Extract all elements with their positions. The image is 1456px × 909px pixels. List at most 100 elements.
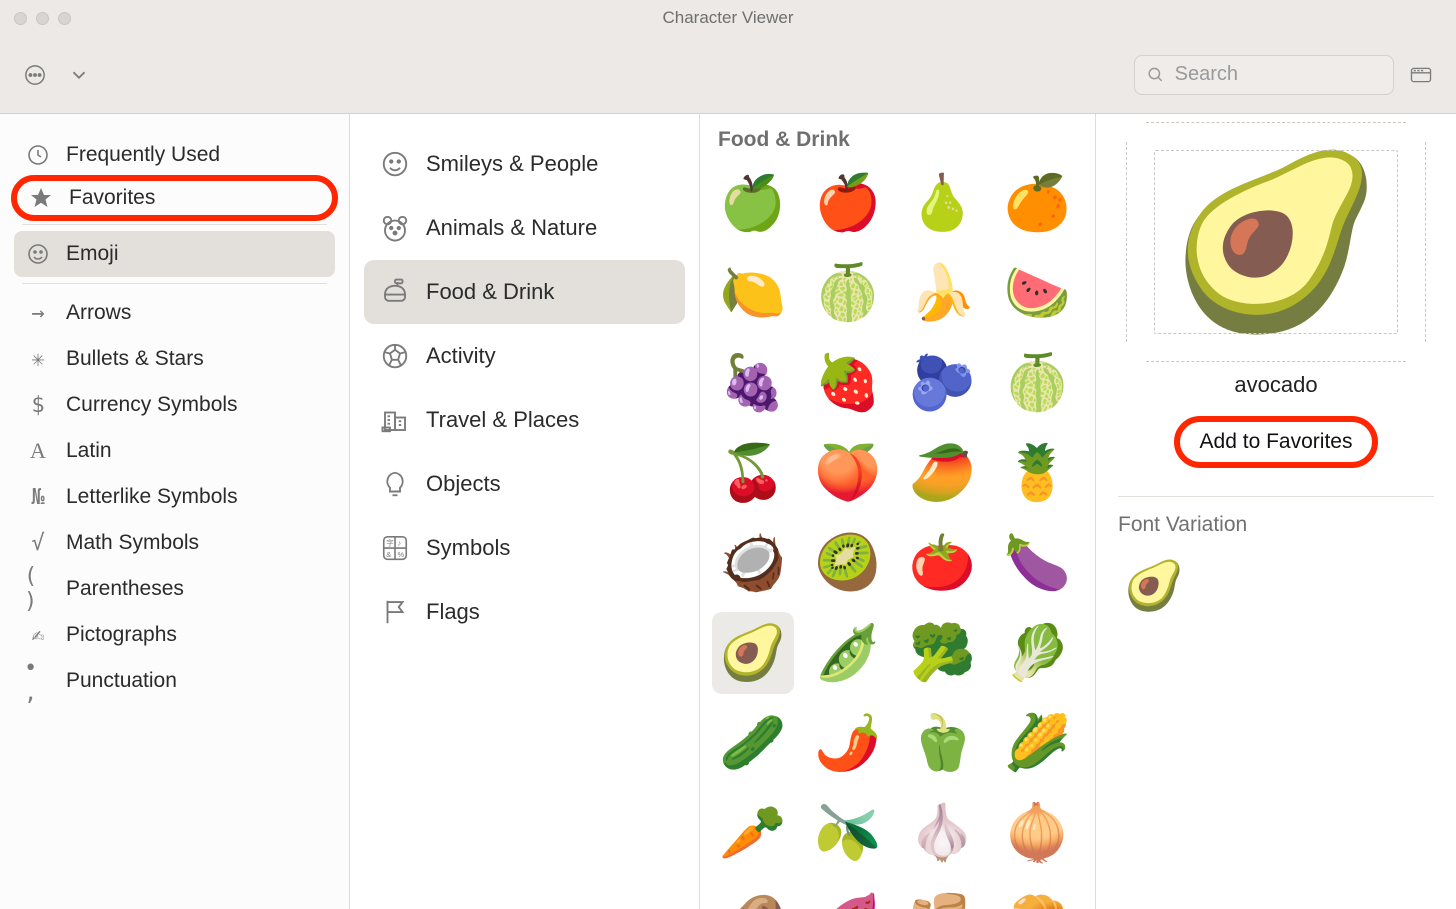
- subcategory-flags[interactable]: Flags: [364, 580, 685, 644]
- emoji-cell[interactable]: 🍏: [712, 162, 794, 244]
- emoji-cell[interactable]: 🍆: [996, 522, 1078, 604]
- emoji-cell[interactable]: 🍋: [712, 252, 794, 334]
- emoji-cell[interactable]: 🫑: [902, 702, 984, 784]
- emoji-cell[interactable]: 🥒: [712, 702, 794, 784]
- emoji-cell[interactable]: 🍉: [996, 252, 1078, 334]
- sidebar-item-latin[interactable]: A Latin: [14, 428, 335, 474]
- emoji-cell[interactable]: 🫒: [807, 792, 889, 874]
- emoji-cell[interactable]: 🍊: [996, 162, 1078, 244]
- sidebar-item-favorites[interactable]: Favorites: [11, 175, 338, 221]
- ellipsis-circle-icon: [24, 64, 46, 86]
- sidebar-item-math[interactable]: √ Math Symbols: [14, 520, 335, 566]
- emoji-cell[interactable]: 🍍: [996, 432, 1078, 514]
- subcategory-activity[interactable]: Activity: [364, 324, 685, 388]
- arrow-icon: →: [24, 301, 52, 326]
- subcategory-food-drink[interactable]: Food & Drink: [364, 260, 685, 324]
- symbols-grid-icon: 字♪&%: [378, 531, 412, 565]
- emoji-cell[interactable]: 🥑: [712, 612, 794, 694]
- subcategory-travel-places[interactable]: Travel & Places: [364, 388, 685, 452]
- emoji-cell[interactable]: 🫐: [902, 342, 984, 424]
- parens-icon: ( ): [24, 564, 52, 614]
- sidebar-item-parentheses[interactable]: ( ) Parentheses: [14, 566, 335, 612]
- customize-list-button[interactable]: [18, 58, 52, 92]
- sidebar-item-label: Pictographs: [66, 623, 177, 647]
- search-input[interactable]: [1175, 63, 1381, 86]
- emoji-cell[interactable]: 🍒: [712, 432, 794, 514]
- emoji-cell[interactable]: 🍅: [902, 522, 984, 604]
- sidebar-item-label: Letterlike Symbols: [66, 485, 238, 509]
- detail-panel: 🥑 avocado Add to Favorites Font Variatio…: [1096, 114, 1456, 909]
- subcategory-label: Food & Drink: [426, 279, 554, 305]
- emoji-cell[interactable]: 🍈: [807, 252, 889, 334]
- emoji-grid: 🍏🍎🍐🍊🍋🍈🍌🍉🍇🍓🫐🍈🍒🍑🥭🍍🥥🥝🍅🍆🥑🫛🥦🥬🥒🌶️🫑🌽🥕🫒🧄🧅🥔🍠🫚🥐: [700, 162, 1095, 909]
- sidebar-item-label: Parentheses: [66, 577, 184, 601]
- subcategory-label: Animals & Nature: [426, 215, 597, 241]
- grid-header: Food & Drink: [700, 114, 1095, 162]
- emoji-cell[interactable]: 🍌: [902, 252, 984, 334]
- clock-icon: [24, 143, 52, 167]
- emoji-cell[interactable]: 🍠: [807, 882, 889, 909]
- subcategory-animals-nature[interactable]: Animals & Nature: [364, 196, 685, 260]
- emoji-cell[interactable]: 🥥: [712, 522, 794, 604]
- emoji-cell[interactable]: 🥦: [902, 612, 984, 694]
- buildings-icon: [378, 403, 412, 437]
- sidebar-item-label: Currency Symbols: [66, 393, 238, 417]
- close-window-button[interactable]: [14, 12, 27, 25]
- numero-icon: №: [24, 485, 52, 510]
- add-to-favorites-button[interactable]: Add to Favorites: [1186, 424, 1367, 460]
- toolbar: [0, 36, 1456, 114]
- subcategory-label: Smileys & People: [426, 151, 598, 177]
- subcategory-list: Smileys & People Animals & Nature Food &…: [350, 114, 700, 909]
- emoji-cell[interactable]: 🥔: [712, 882, 794, 909]
- subcategory-objects[interactable]: Objects: [364, 452, 685, 516]
- category-sidebar: Frequently Used Favorites Emoji → Arrows…: [0, 114, 350, 909]
- sidebar-item-punctuation[interactable]: • , Punctuation: [14, 658, 335, 704]
- subcategory-label: Travel & Places: [426, 407, 579, 433]
- character-viewer-window: Character Viewer: [0, 0, 1456, 909]
- emoji-cell[interactable]: 🍓: [807, 342, 889, 424]
- emoji-cell[interactable]: 🌽: [996, 702, 1078, 784]
- emoji-cell[interactable]: 🍐: [902, 162, 984, 244]
- zoom-window-button[interactable]: [58, 12, 71, 25]
- sidebar-item-label: Favorites: [69, 186, 155, 210]
- flag-icon: [378, 595, 412, 629]
- emoji-cell[interactable]: 🍑: [807, 432, 889, 514]
- search-box[interactable]: [1134, 55, 1394, 95]
- emoji-cell[interactable]: 🥬: [996, 612, 1078, 694]
- sqrt-icon: √: [24, 531, 52, 556]
- subcategory-smileys-people[interactable]: Smileys & People: [364, 132, 685, 196]
- sidebar-item-pictographs[interactable]: ✍︎ Pictographs: [14, 612, 335, 658]
- sidebar-item-arrows[interactable]: → Arrows: [14, 290, 335, 336]
- main-content: Frequently Used Favorites Emoji → Arrows…: [0, 114, 1456, 909]
- emoji-cell[interactable]: 🥝: [807, 522, 889, 604]
- emoji-cell[interactable]: 🍇: [712, 342, 794, 424]
- emoji-cell[interactable]: 🥭: [902, 432, 984, 514]
- emoji-cell[interactable]: 🥕: [712, 792, 794, 874]
- sidebar-item-frequently-used[interactable]: Frequently Used: [14, 132, 335, 178]
- sidebar-item-emoji[interactable]: Emoji: [14, 231, 335, 277]
- sidebar-item-bullets-stars[interactable]: ✳︎ Bullets & Stars: [14, 336, 335, 382]
- collapse-panel-button[interactable]: [1404, 58, 1438, 92]
- sidebar-item-currency[interactable]: $ Currency Symbols: [14, 382, 335, 428]
- sidebar-item-label: Math Symbols: [66, 531, 199, 555]
- emoji-cell[interactable]: 🌶️: [807, 702, 889, 784]
- chevron-down-icon: [68, 64, 90, 86]
- window-title: Character Viewer: [0, 8, 1456, 28]
- font-variation-item[interactable]: 🥑: [1118, 549, 1190, 621]
- minimize-window-button[interactable]: [36, 12, 49, 25]
- subcategory-label: Activity: [426, 343, 496, 369]
- dropdown-button[interactable]: [62, 58, 96, 92]
- subcategory-symbols[interactable]: 字♪&% Symbols: [364, 516, 685, 580]
- emoji-cell[interactable]: 🍈: [996, 342, 1078, 424]
- emoji-cell[interactable]: 🧅: [996, 792, 1078, 874]
- emoji-cell[interactable]: 🫚: [902, 882, 984, 909]
- emoji-cell[interactable]: 🫛: [807, 612, 889, 694]
- asterisk-icon: ✳︎: [24, 347, 52, 372]
- emoji-cell[interactable]: 🍎: [807, 162, 889, 244]
- emoji-cell[interactable]: 🧄: [902, 792, 984, 874]
- sidebar-divider: [22, 224, 327, 225]
- sidebar-item-letterlike[interactable]: № Letterlike Symbols: [14, 474, 335, 520]
- emoji-cell[interactable]: 🥐: [996, 882, 1078, 909]
- sidebar-item-label: Frequently Used: [66, 143, 220, 167]
- titlebar: Character Viewer: [0, 0, 1456, 36]
